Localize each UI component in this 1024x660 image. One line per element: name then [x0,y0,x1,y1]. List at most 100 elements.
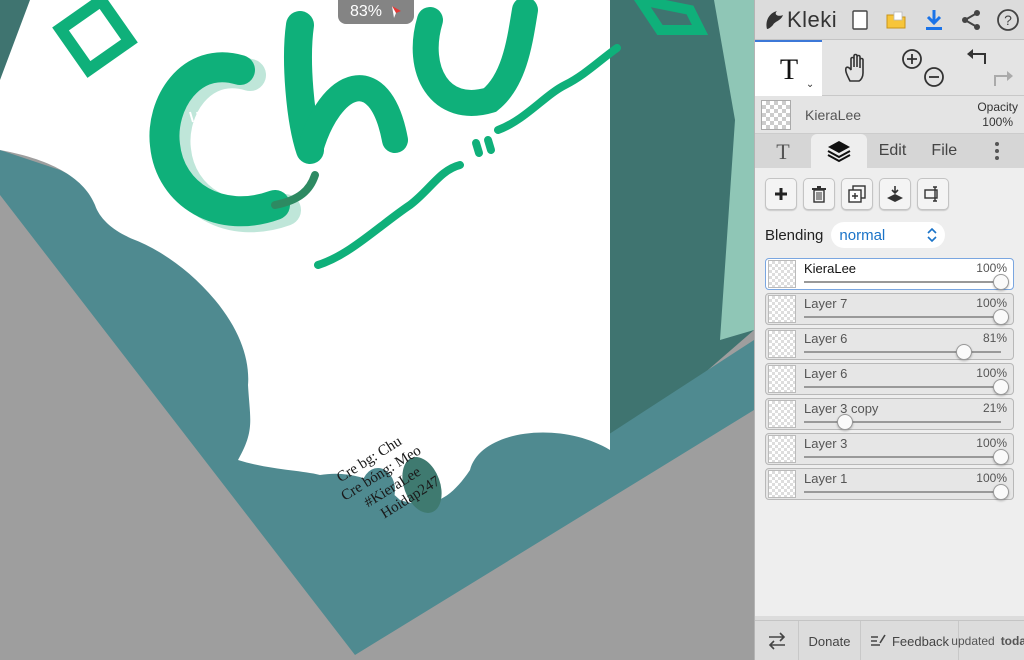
svg-text:T: T [779,54,797,84]
donate-button[interactable]: Donate [799,621,861,660]
zoom-level: 83% [349,3,383,20]
layer-thumbnail [768,295,796,323]
opacity-slider-handle[interactable] [837,414,854,430]
tab-file[interactable]: File [918,134,970,168]
layers-icon [827,141,851,163]
current-layer-header: KieraLee Opacity 100% [755,96,1024,134]
new-image-button[interactable] [843,2,876,38]
opacity-slider-track[interactable] [804,386,1001,388]
merge-down-icon [887,186,903,202]
zoom-in-icon[interactable] [902,49,923,69]
text-tool-button[interactable]: T ⌄ [755,40,823,96]
merge-layer-button[interactable] [879,178,911,210]
duplicate-layer-button[interactable] [841,178,873,210]
svg-text:?: ? [1004,12,1012,28]
download-icon [925,9,942,30]
layer-item[interactable]: Layer 7 100% [765,293,1014,325]
side-panel: Kleki ? T ⌄ KieraLee Opacity 100% T Edit… [754,0,1024,660]
blending-label: Blending [765,226,824,244]
layer-list: KieraLee 100% Layer 7 100% Layer 6 81% Layer 6… [765,258,1014,500]
current-layer-opacity: Opacity 100% [977,100,1018,130]
layer-name: Layer 3 [804,436,848,451]
new-file-icon [851,9,868,30]
blending-select[interactable]: normal [831,222,946,248]
opacity-slider-track[interactable] [804,456,1001,458]
opacity-slider-track[interactable] [804,281,1001,283]
layer-name: Layer 6 [804,331,848,346]
layer-opacity: 100% [976,261,1007,275]
more-vertical-icon [995,142,1000,160]
tab-text[interactable]: T [755,134,811,168]
updated-line2: today [1000,634,1024,648]
hand-icon [844,53,864,82]
layer-thumbnail [768,365,796,393]
zoom-out-icon[interactable] [924,67,945,87]
help-button[interactable]: ? [991,2,1024,38]
layer-opacity: 100% [976,471,1007,485]
layer-name: Layer 7 [804,296,848,311]
layer-opacity: 100% [976,366,1007,380]
top-actions: ? [843,2,1024,38]
undo-icon[interactable] [967,49,987,64]
zoom-tools [890,40,957,96]
blending-row: Blending normal [765,222,1014,248]
trash-icon [812,186,826,203]
tab-layers[interactable] [810,134,867,168]
feedback-label: Feedback [891,633,950,649]
rename-layer-button[interactable] [917,178,949,210]
opacity-slider-handle[interactable] [993,449,1009,465]
opacity-slider-track[interactable] [804,316,1001,318]
layers-panel: Blending normal KieraLee 100% Layer 7 100% L… [755,168,1024,616]
redo-icon[interactable] [994,71,1014,86]
plus-icon [775,188,787,200]
layer-thumbnail [768,330,796,358]
opacity-slider-track[interactable] [804,421,1001,423]
artwork[interactable] [0,0,754,660]
app-logo[interactable]: Kleki [763,7,843,33]
kleki-logo-icon [766,10,783,29]
chevron-down-icon: ⌄ [805,79,815,90]
layer-item[interactable]: KieraLee 100% [765,258,1014,290]
open-image-button[interactable] [880,2,913,38]
share-button[interactable] [954,2,987,38]
tab-edit[interactable]: Edit [867,134,919,168]
layer-item[interactable]: Layer 3 copy 21% [765,398,1014,430]
history-tools [957,40,1024,96]
delete-layer-button[interactable] [803,178,835,210]
layer-item[interactable]: Layer 3 100% [765,433,1014,465]
folder-icon [886,11,905,28]
add-layer-button[interactable] [765,178,797,210]
changelog-button[interactable]: updated today [951,621,1024,660]
panel-footer: Donate Feedback updated today [755,620,1024,660]
swap-side-button[interactable] [755,621,799,660]
layer-actions [765,178,1014,210]
feedback-button[interactable]: Feedback [861,621,959,660]
layer-opacity: 21% [982,401,1007,415]
opacity-slider-handle[interactable] [993,379,1009,395]
hand-tool-button[interactable] [822,40,889,96]
layer-thumbnail [768,435,796,463]
layer-name: KieraLee [804,261,857,276]
opacity-slider-handle[interactable] [993,309,1009,325]
layer-item[interactable]: Layer 1 100% [765,468,1014,500]
opacity-slider-handle[interactable] [955,344,972,360]
text-tool-icon: T [779,54,797,84]
opacity-slider-handle[interactable] [993,274,1009,290]
opacity-slider-track[interactable] [804,491,1001,493]
layer-item[interactable]: Layer 6 81% [765,328,1014,360]
kleki-app: Cre bg: Chu Cre bóng: Meo #KieraLee Hoid… [0,0,1024,660]
more-menu-button[interactable] [970,134,1024,168]
layer-item[interactable]: Layer 6 100% [765,363,1014,395]
opacity-slider-handle[interactable] [993,484,1009,500]
feedback-icon [870,634,886,646]
duplicate-icon [848,185,866,203]
current-layer-thumbnail [761,99,791,130]
swap-icon [768,632,785,650]
save-image-button[interactable] [917,2,950,38]
help-icon: ? [996,8,1019,31]
select-arrows-icon [927,228,937,242]
drawing-canvas[interactable]: Cre bg: Chu Cre bóng: Meo #KieraLee Hoid… [0,0,754,660]
layer-name: Layer 1 [804,471,848,486]
layer-opacity: 100% [976,436,1007,450]
zoom-indicator[interactable]: 83% [338,0,414,24]
